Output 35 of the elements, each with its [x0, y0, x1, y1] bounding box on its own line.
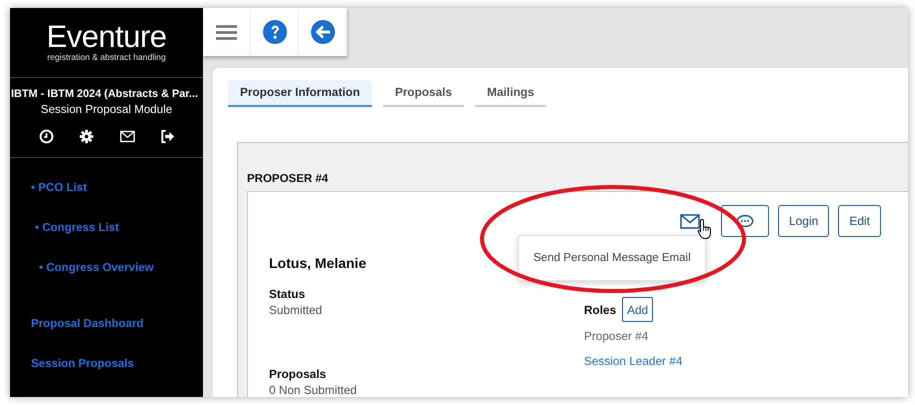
back-button[interactable] — [299, 8, 347, 56]
help-icon[interactable] — [262, 20, 286, 44]
action-button[interactable]: Edit — [838, 205, 881, 237]
chat-icon[interactable] — [736, 214, 754, 228]
action-button[interactable]: Login — [778, 205, 830, 237]
clock-icon[interactable] — [39, 128, 54, 144]
role-link[interactable]: Session Leader #4 — [584, 354, 682, 368]
field-label: Roles — [584, 302, 616, 316]
add-button[interactable]: Add — [622, 297, 654, 322]
sidebar-link[interactable]: Proposal Dashboard — [31, 317, 144, 357]
sidebar-link[interactable]: • Congress Overview — [31, 261, 154, 301]
settings-icon[interactable] — [79, 128, 94, 144]
help-button[interactable] — [251, 8, 299, 56]
logo-tagline: registration & abstract handling — [47, 52, 166, 62]
field-value: 0 Non Submitted — [269, 383, 357, 397]
sign-out-icon[interactable] — [160, 128, 175, 144]
proposer-name: Lotus, Melanie — [269, 255, 366, 271]
panel-heading: PROPOSER #4 — [247, 173, 328, 185]
menu-icon[interactable] — [216, 24, 237, 40]
email-button[interactable] — [680, 214, 700, 228]
sidebar-link[interactable]: • PCO List — [31, 181, 87, 221]
field-label: Status — [269, 287, 306, 301]
tooltip-text: Send Personal Message Email — [533, 252, 691, 264]
sidebar-link[interactable]: • Congress List — [31, 221, 119, 261]
tab[interactable]: Proposer Information — [228, 80, 372, 107]
menu-button[interactable] — [203, 8, 251, 56]
envelope-icon[interactable] — [120, 128, 135, 144]
module-title: Session Proposal Module — [40, 102, 174, 116]
field-label: Proposals — [269, 367, 326, 381]
role-text: Proposer #4 — [584, 329, 648, 343]
congress-title: IBTM - IBTM 2024 (Abstracts & Par... — [10, 88, 200, 100]
field-value: Submitted — [269, 303, 322, 317]
chat-button[interactable] — [720, 205, 769, 237]
logo: Eventure — [46, 22, 167, 52]
sidebar-link[interactable]: Session Proposals — [31, 357, 134, 397]
